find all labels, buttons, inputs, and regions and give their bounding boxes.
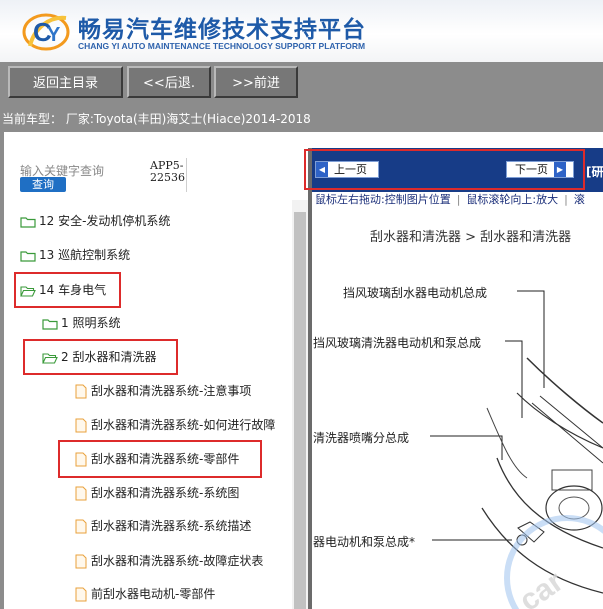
- current-model-bar: 当前车型： 厂家:Toyota(丰田)海艾士(Hiace)2014-2018: [0, 106, 603, 132]
- tree-item-label: 刮水器和清洗器系统-如何进行故障: [91, 418, 276, 432]
- tree-item-doc-front-wiper-motor[interactable]: 前刮水器电动机-零部件: [74, 584, 215, 604]
- svg-text:car: car: [513, 565, 569, 609]
- back-button[interactable]: <<后退.: [127, 66, 211, 98]
- folder-icon: [20, 216, 36, 228]
- search-button[interactable]: 查询: [20, 177, 66, 192]
- diagram-title: 刮水器和清洗器 > 刮水器和清洗器: [370, 230, 572, 245]
- divider: [186, 158, 187, 192]
- document-icon: [75, 519, 87, 533]
- brand-subtitle: CHANG YI AUTO MAINTENANCE TECHNOLOGY SUP…: [78, 41, 366, 51]
- document-icon: [75, 486, 87, 500]
- tree-item-label: 12 安全-发动机停机系统: [39, 214, 171, 228]
- highlight-box: [304, 149, 585, 190]
- forward-button[interactable]: >>前进: [214, 66, 298, 98]
- tree-item-cruise-control[interactable]: 13 巡航控制系统: [20, 245, 130, 265]
- tree-item-safety-engine-stop[interactable]: 12 安全-发动机停机系统: [20, 211, 170, 231]
- highlight-box: [14, 272, 121, 308]
- document-icon: [75, 554, 87, 568]
- tree-item-lighting[interactable]: 1 照明系统: [42, 313, 120, 333]
- highlight-box: [58, 440, 262, 478]
- tree-item-doc-system-diagram[interactable]: 刮水器和清洗器系统-系统图: [74, 483, 239, 503]
- hint-scroll: 鼠标滚轮向上:放大: [466, 193, 559, 206]
- app-code: APP5- 22536: [150, 160, 185, 184]
- scrollbar-thumb[interactable]: [294, 212, 306, 609]
- tree-item-label: 刮水器和清洗器系统-注意事项: [91, 384, 252, 398]
- app-code-line2: 22536: [150, 171, 185, 184]
- viewer-side-label: [研: [586, 165, 603, 179]
- tree-item-label: 刮水器和清洗器系统-系统描述: [91, 519, 252, 533]
- hint-drag: 鼠标左右拖动:控制图片位置: [315, 193, 451, 206]
- document-icon: [75, 384, 87, 398]
- tree-item-label: 刮水器和清洗器系统-系统图: [91, 486, 240, 500]
- diagram-label-washer-motor: 挡风玻璃清洗器电动机和泵总成: [313, 336, 482, 350]
- folder-icon: [20, 250, 36, 262]
- tree-item-label: 1 照明系统: [61, 316, 121, 330]
- highlight-box: [23, 339, 178, 375]
- tree-item-label: 13 巡航控制系统: [39, 248, 131, 262]
- cy-logo-icon: C Y: [22, 13, 70, 51]
- diagram-label-pump: 器电动机和泵总成*: [313, 535, 416, 549]
- svg-text:Y: Y: [47, 24, 61, 46]
- document-icon: [75, 587, 87, 601]
- diagram-label-wiper-motor: 挡风玻璃刮水器电动机总成: [343, 286, 488, 300]
- tree-item-doc-symptom-table[interactable]: 刮水器和清洗器系统-故障症状表: [74, 551, 263, 571]
- tree-item-doc-system-description[interactable]: 刮水器和清洗器系统-系统描述: [74, 516, 251, 536]
- tree-item-doc-troubleshooting[interactable]: 刮水器和清洗器系统-如何进行故障: [74, 415, 275, 435]
- tree-item-label: 前刮水器电动机-零部件: [91, 587, 216, 601]
- diagram-label-washer-nozzle: 清洗器喷嘴分总成: [313, 431, 410, 445]
- tree-item-label: 刮水器和清洗器系统-故障症状表: [91, 554, 264, 568]
- tree-item-doc-precautions[interactable]: 刮水器和清洗器系统-注意事项: [74, 381, 251, 401]
- folder-icon: [42, 318, 58, 330]
- home-button[interactable]: 返回主目录: [8, 66, 123, 98]
- viewer-hint-bar: 鼠标左右拖动:控制图片位置 | 鼠标滚轮向上:放大 | 滚: [312, 192, 603, 208]
- brand-title: 畅易汽车维修技术支持平台: [78, 17, 366, 43]
- hint-more: 滚: [573, 193, 585, 206]
- document-icon: [75, 418, 87, 432]
